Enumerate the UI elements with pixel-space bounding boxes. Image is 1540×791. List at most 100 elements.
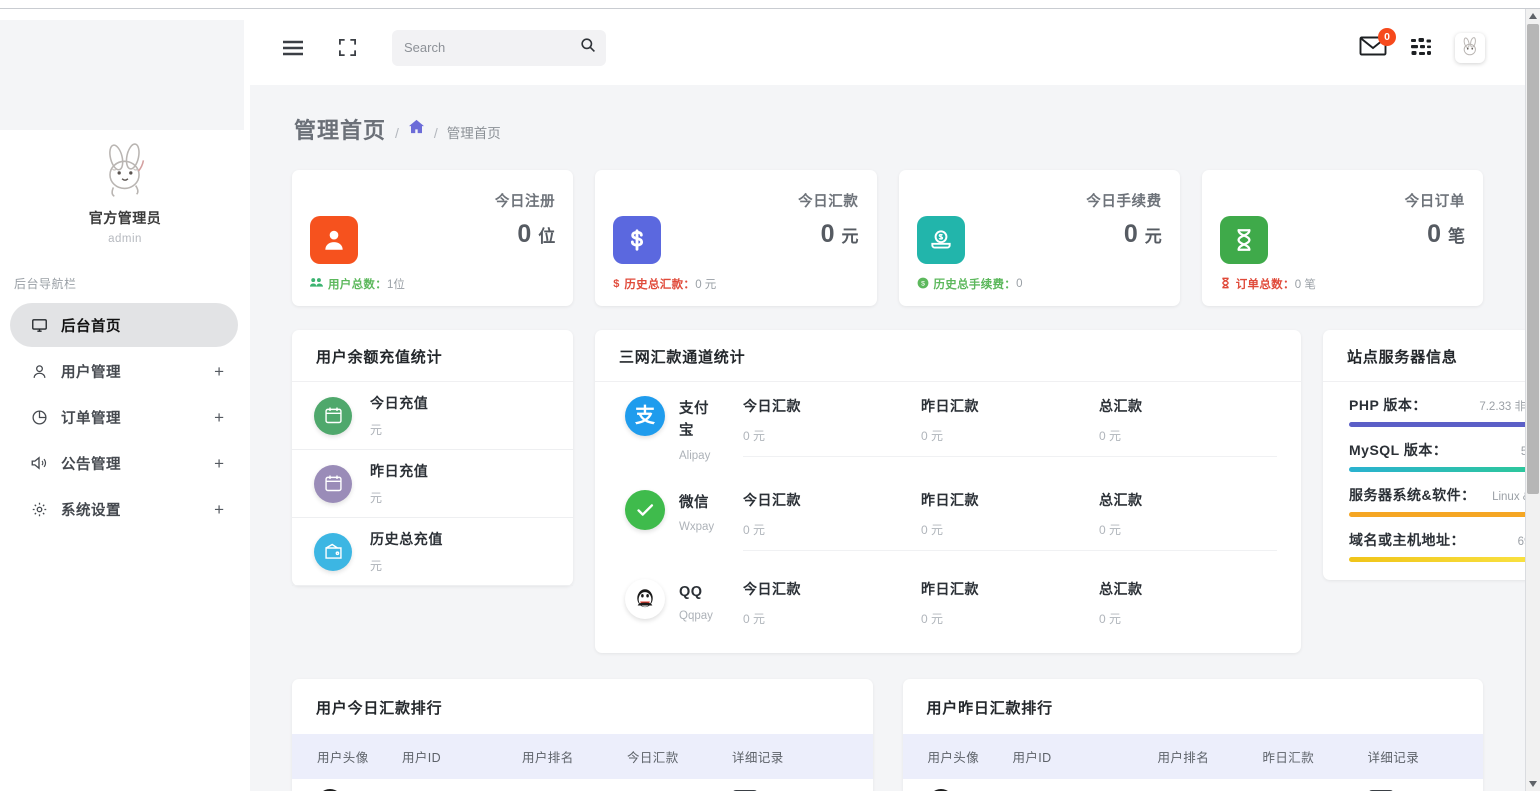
server-info-bar: [1349, 557, 1525, 562]
list-item-value: 元: [370, 489, 428, 506]
list-item-text: 昨日充值 元: [370, 461, 428, 506]
stat-card-today-register: 今日注册 0 位 用户总数： 1位: [292, 170, 573, 306]
panel-header: 用户今日汇款排行: [292, 679, 873, 734]
column-header: 用户头像: [903, 747, 1013, 766]
channel-identity: QQ Qqpay: [625, 579, 743, 622]
list-item[interactable]: 历史总充值 元: [292, 518, 573, 586]
channel-name: 微信: [679, 492, 714, 514]
channel-row-qq: QQ Qqpay 今日汇款 0 元 昨日汇款 0 元: [595, 565, 1301, 653]
browser-chrome-strip: [0, 0, 1540, 9]
breadcrumb: 管理首页 / / 管理首页: [250, 85, 1525, 145]
column-header: 用户排名: [522, 747, 627, 766]
table-header-row: 用户头像 用户ID 用户排名 今日汇款 详细记录: [292, 734, 873, 779]
channel-subname: Alipay: [679, 450, 717, 462]
stat-foot-value: 0 笔: [1295, 276, 1316, 292]
rabbit-avatar: [94, 140, 156, 202]
calendar-today-icon: [314, 397, 352, 435]
expand-plus-icon[interactable]: +: [214, 409, 224, 426]
alipay-logo: 支: [625, 396, 665, 436]
megaphone-icon: [28, 452, 50, 474]
server-info-key: 服务器系统&软件：: [1349, 485, 1476, 505]
list-item-label: 昨日充值: [370, 461, 428, 481]
panel-header: 站点服务器信息: [1323, 330, 1525, 382]
sidebar-item-dashboard[interactable]: 后台首页: [10, 303, 238, 347]
hamburger-icon[interactable]: [278, 33, 308, 63]
metric-value: 0 元: [743, 427, 921, 444]
metric-label: 今日汇款: [743, 490, 921, 510]
list-item[interactable]: 昨日充值 元: [292, 450, 573, 518]
metric-cell: 今日汇款 0 元: [743, 396, 921, 444]
stat-footer: 订单总数： 0 笔: [1220, 276, 1465, 292]
stat-value: 0 元: [1124, 220, 1162, 249]
coin-icon: $: [917, 277, 929, 292]
sidebar-item-system-settings[interactable]: 系统设置 +: [10, 487, 238, 531]
search-icon[interactable]: [580, 37, 596, 58]
dollar-small-icon: $: [613, 278, 619, 290]
channel-subname: Wxpay: [679, 521, 714, 533]
list-item-value: 元: [370, 557, 443, 574]
middle-row: 用户余额充值统计 今日充值 元: [250, 330, 1525, 653]
avatar[interactable]: [1455, 33, 1485, 63]
sidebar-item-label: 公告管理: [61, 453, 121, 474]
server-info-row: 域名或主机地址： 69.u7u.top: [1323, 517, 1525, 562]
list-item-text: 今日充值 元: [370, 393, 428, 438]
channel-metrics: 今日汇款 0 元 昨日汇款 0 元 总汇款 0 元: [743, 490, 1277, 551]
metric-cell: 总汇款 0 元: [1099, 579, 1277, 627]
stat-foot-value: 1位: [387, 276, 405, 292]
column-header: 用户ID: [1013, 747, 1158, 766]
stat-value: 0 元: [821, 220, 859, 249]
sidebar-item-order-management[interactable]: 订单管理 +: [10, 395, 238, 439]
metric-label: 总汇款: [1099, 579, 1277, 599]
order-icon: [1220, 277, 1231, 292]
sidebar-item-announcement-management[interactable]: 公告管理 +: [10, 441, 238, 485]
channel-metrics: 今日汇款 0 元 昨日汇款 0 元 总汇款 0 元: [743, 396, 1277, 457]
expand-plus-icon[interactable]: +: [214, 455, 224, 472]
metric-label: 今日汇款: [743, 396, 921, 416]
rank-yesterday-panel: 用户昨日汇款排行 用户头像 用户ID 用户排名 昨日汇款 详细记录: [903, 679, 1484, 791]
pie-chart-icon: [28, 406, 50, 428]
scroll-down-arrow-icon[interactable]: [1526, 777, 1540, 791]
metric-value: 0 元: [743, 521, 921, 538]
scrollbar-thumb[interactable]: [1527, 24, 1539, 494]
channel-stats-panel: 三网汇款通道统计 支 支付宝 Alipay 今日汇款: [595, 330, 1301, 653]
panel-header: 用户余额充值统计: [292, 330, 573, 382]
scroll-up-arrow-icon[interactable]: [1526, 9, 1540, 23]
metric-label: 昨日汇款: [921, 396, 1099, 416]
sidebar-profile: 官方管理员 admin: [0, 140, 250, 245]
dollar-icon: [613, 216, 661, 264]
channel-metrics: 今日汇款 0 元 昨日汇款 0 元 总汇款 0 元: [743, 579, 1277, 639]
vertical-scrollbar[interactable]: [1525, 9, 1540, 791]
mail-icon[interactable]: 0: [1359, 35, 1387, 61]
sidebar: 官方管理员 admin 后台导航栏 后台首页 用户管理: [0, 10, 250, 791]
fullscreen-icon[interactable]: [332, 33, 362, 63]
column-header: 详细记录: [1368, 747, 1420, 766]
column-header: 用户头像: [292, 747, 402, 766]
stat-cards-row: 今日注册 0 位 用户总数： 1位 今日汇款: [250, 170, 1525, 306]
home-icon[interactable]: [408, 119, 425, 139]
svg-text:$: $: [921, 280, 925, 287]
expand-plus-icon[interactable]: +: [214, 501, 224, 518]
list-item[interactable]: 今日充值 元: [292, 382, 573, 450]
table-row[interactable]: [292, 779, 873, 791]
stat-footer: $ 历史总手续费： 0: [917, 276, 1162, 292]
apps-grid-icon[interactable]: [1409, 36, 1433, 60]
sidebar-section-label: 后台导航栏: [14, 275, 77, 292]
panel-title: 三网汇款通道统计: [619, 349, 745, 366]
calendar-yesterday-icon: [314, 465, 352, 503]
server-info-key: MySQL 版本：: [1349, 440, 1447, 460]
stat-foot-label: 历史总汇款：: [624, 276, 695, 292]
list-item-label: 历史总充值: [370, 529, 443, 549]
search-box[interactable]: [392, 30, 606, 66]
monitor-icon: [28, 314, 50, 336]
sidebar-top-block: [0, 20, 244, 130]
metric-value: 0 元: [1099, 427, 1277, 444]
wechat-logo: [625, 490, 665, 530]
stat-foot-value: 0 元: [695, 276, 716, 292]
user-solid-icon: [310, 216, 358, 264]
channel-subname: Qqpay: [679, 610, 713, 622]
sidebar-item-user-management[interactable]: 用户管理 +: [10, 349, 238, 393]
table-row[interactable]: [903, 779, 1484, 791]
search-input[interactable]: [404, 40, 580, 55]
expand-plus-icon[interactable]: +: [214, 363, 224, 380]
stat-label: 今日手续费: [1086, 190, 1162, 211]
